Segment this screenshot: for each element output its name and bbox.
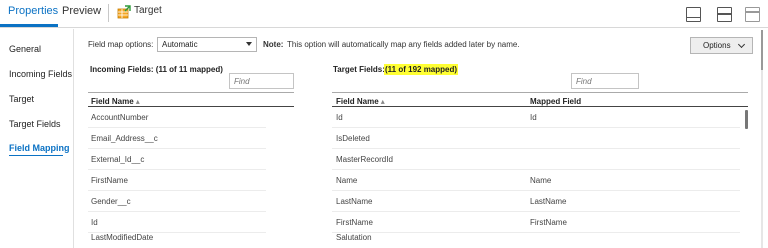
incoming-field-name: Email_Address__c: [91, 134, 158, 143]
target-row[interactable]: LastName LastName: [332, 191, 740, 212]
sidebar-item-general[interactable]: General: [9, 44, 41, 54]
incoming-col-field-name[interactable]: Field Name ▴: [91, 97, 140, 106]
target-header-top-line: [332, 92, 748, 93]
incoming-field-name: External_Id__c: [91, 155, 145, 164]
target-table-scrollbar[interactable]: [745, 110, 748, 129]
incoming-field-name: Id: [91, 218, 98, 227]
tab-bar: Properties Preview Target: [0, 0, 768, 28]
options-button-label: Options: [703, 41, 731, 50]
page-scrollbar-thumb[interactable]: [761, 30, 763, 70]
field-map-selected-value: Automatic: [162, 40, 198, 49]
chevron-down-icon: [737, 40, 746, 49]
target-col-mapped-field[interactable]: Mapped Field: [530, 97, 581, 106]
target-row[interactable]: IsDeleted: [332, 128, 740, 149]
mapped-field-value: LastName: [530, 197, 567, 206]
incoming-field-name: LastModifiedDate: [91, 233, 154, 242]
incoming-field-name: Gender__c: [91, 197, 131, 206]
target-col-field-name-label: Field Name: [336, 97, 379, 106]
field-map-options-select[interactable]: Automatic: [157, 37, 257, 52]
target-row[interactable]: Id Id: [332, 107, 740, 128]
target-field-name: FirstName: [336, 218, 373, 227]
incoming-row[interactable]: FirstName: [88, 170, 266, 191]
sidebar-item-field-mapping[interactable]: Field Mapping: [9, 143, 70, 153]
incoming-field-name: AccountNumber: [91, 113, 149, 122]
note-label: Note:: [263, 40, 284, 49]
sidebar-item-target[interactable]: Target: [9, 94, 34, 104]
options-button[interactable]: Options: [690, 37, 753, 54]
target-field-name: Id: [336, 113, 343, 122]
layout-top-panel-icon[interactable]: [745, 7, 760, 22]
field-map-options-label: Field map options:: [88, 40, 154, 49]
target-field-name: Name: [336, 176, 358, 185]
sidebar-item-incoming-fields[interactable]: Incoming Fields: [9, 69, 72, 79]
mapped-field-value: Name: [530, 176, 552, 185]
target-field-name: LastName: [336, 197, 373, 206]
layout-bottom-panel-icon[interactable]: [686, 7, 701, 22]
incoming-row[interactable]: Gender__c: [88, 191, 266, 212]
target-table-icon: [117, 5, 131, 19]
target-field-name: MasterRecordId: [336, 155, 393, 164]
tab-target[interactable]: Target: [134, 5, 162, 16]
incoming-header-top-line: [88, 92, 294, 93]
target-row[interactable]: Name Name: [332, 170, 740, 191]
properties-sidebar: General Incoming Fields Target Target Fi…: [0, 29, 74, 248]
sort-asc-icon: ▴: [135, 97, 140, 106]
tab-properties[interactable]: Properties: [8, 5, 58, 17]
sidebar-active-underline: [9, 155, 63, 156]
active-tab-indicator: [0, 24, 58, 27]
incoming-col-field-name-label: Field Name: [91, 97, 134, 106]
note-text: This option will automatically map any f…: [287, 40, 520, 49]
target-fields-title: Target Fields:: [333, 65, 385, 74]
target-field-name: IsDeleted: [336, 134, 370, 143]
tab-preview[interactable]: Preview: [62, 5, 101, 17]
target-mapped-count-badge: (11 of 192 mapped): [384, 64, 459, 75]
incoming-fields-title: Incoming Fields: (11 of 11 mapped): [90, 65, 223, 74]
incoming-row[interactable]: External_Id__c: [88, 149, 266, 170]
dropdown-arrow-icon: [246, 42, 252, 46]
sort-asc-icon: ▴: [380, 97, 385, 106]
tab-divider: [108, 4, 109, 22]
target-find-input[interactable]: [571, 73, 639, 89]
layout-split-horizontal-icon[interactable]: [717, 7, 732, 22]
target-row[interactable]: MasterRecordId: [332, 149, 740, 170]
target-col-field-name[interactable]: Field Name ▴: [336, 97, 385, 106]
incoming-find-input[interactable]: [229, 73, 294, 89]
sidebar-item-target-fields[interactable]: Target Fields: [9, 119, 61, 129]
target-field-name: Salutation: [336, 233, 372, 242]
mapped-field-value: Id: [530, 113, 537, 122]
target-row[interactable]: Salutation: [332, 227, 740, 248]
incoming-row[interactable]: AccountNumber: [88, 107, 266, 128]
incoming-row[interactable]: Email_Address__c: [88, 128, 266, 149]
incoming-field-name: FirstName: [91, 176, 128, 185]
mapped-field-value: FirstName: [530, 218, 567, 227]
incoming-row[interactable]: LastModifiedDate: [88, 227, 266, 248]
